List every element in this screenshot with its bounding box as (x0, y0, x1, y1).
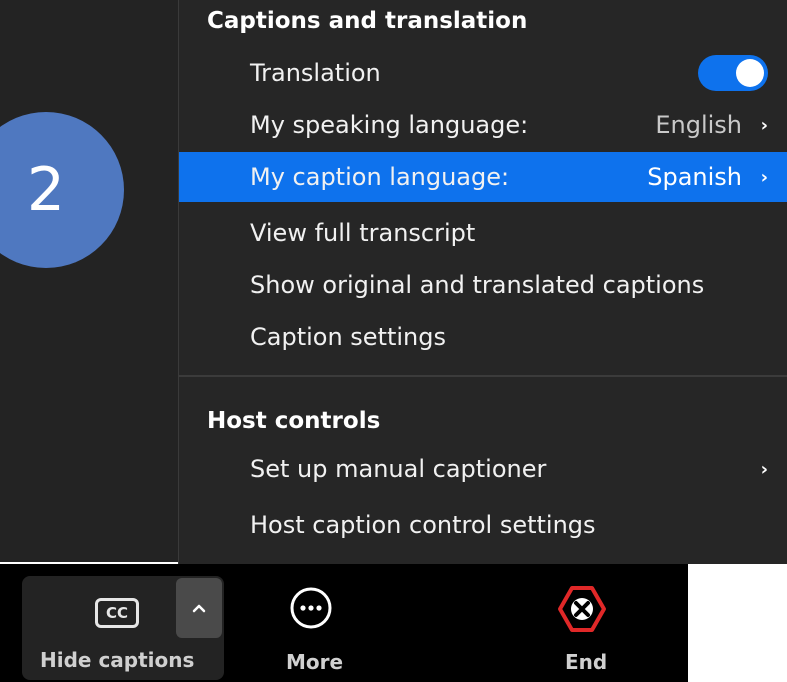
menu-item-view-transcript[interactable]: View full transcript (179, 208, 787, 258)
more-dots-icon (290, 587, 332, 629)
menu-item-label: My caption language: (250, 163, 510, 191)
menu-item-host-caption-settings[interactable]: Host caption control settings (179, 500, 787, 550)
meeting-toolbar: CC Hide captions More End (0, 564, 688, 682)
menu-item-label: Host caption control settings (250, 511, 596, 539)
end-label: End (565, 650, 608, 674)
chevron-up-icon (192, 604, 206, 613)
hide-captions-label: Hide captions (40, 648, 195, 672)
step-number: 2 (26, 155, 66, 225)
chevron-right-icon: › (760, 458, 768, 480)
caption-language-value: Spanish (647, 163, 742, 191)
captions-options-button[interactable] (176, 578, 222, 638)
menu-item-manual-captioner[interactable]: Set up manual captioner › (179, 444, 787, 494)
toggle-knob (736, 59, 764, 87)
end-icon (558, 586, 606, 632)
menu-item-show-original-translated[interactable]: Show original and translated captions (179, 260, 787, 310)
cc-icon: CC (95, 598, 139, 628)
menu-item-label: Show original and translated captions (250, 271, 705, 299)
menu-item-caption-settings[interactable]: Caption settings (179, 312, 787, 362)
menu-item-speaking-language[interactable]: My speaking language: English › (179, 100, 787, 150)
meeting-window: 2 Captions and translation Translation M… (0, 0, 787, 682)
menu-item-label: Caption settings (250, 323, 447, 351)
chevron-right-icon: › (760, 166, 768, 188)
captions-menu: Captions and translation Translation My … (178, 0, 787, 564)
menu-item-label: My speaking language: (250, 111, 529, 139)
menu-item-label: View full transcript (250, 219, 476, 247)
menu-item-translation[interactable]: Translation (179, 48, 787, 98)
menu-item-label: Translation (250, 59, 381, 87)
step-badge: 2 (0, 112, 124, 268)
menu-item-caption-language[interactable]: My caption language: Spanish › (179, 152, 787, 202)
menu-divider (179, 375, 787, 377)
section-title-host-controls: Host controls (207, 408, 381, 434)
translation-toggle[interactable] (698, 55, 768, 91)
chevron-right-icon: › (760, 114, 768, 136)
section-title-captions: Captions and translation (207, 8, 528, 34)
speaking-language-value: English (655, 111, 742, 139)
menu-item-label: Set up manual captioner (250, 455, 547, 483)
more-label: More (286, 650, 344, 674)
